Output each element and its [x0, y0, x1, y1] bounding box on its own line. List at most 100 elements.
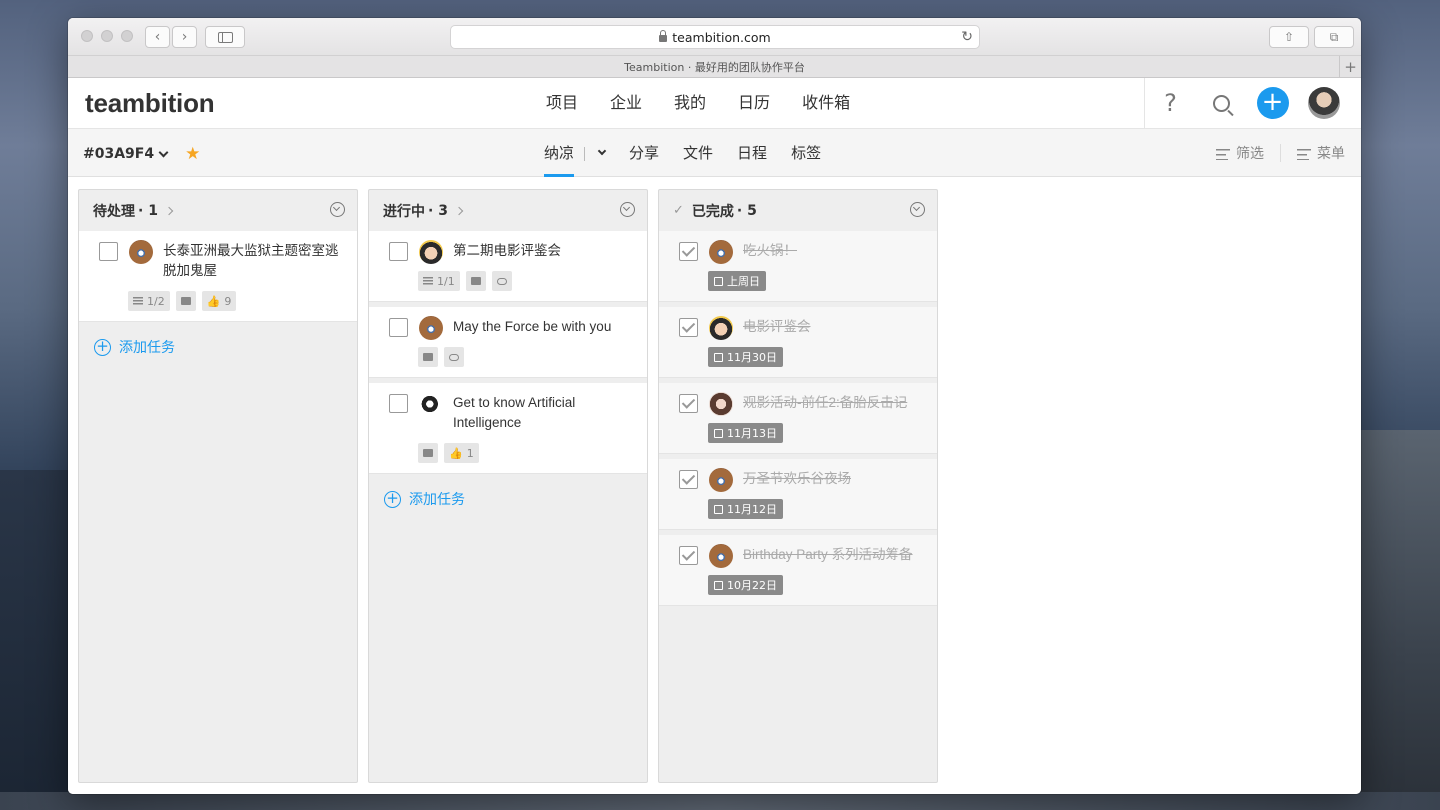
tab-bar: Teambition · 最好用的团队协作平台 +	[68, 56, 1361, 78]
desktop-rocks-left	[0, 470, 70, 810]
list-icon	[133, 297, 143, 305]
add-task-button[interactable]: + 添加任务	[79, 327, 357, 367]
due-date: 11月13日	[727, 427, 777, 440]
task-checkbox[interactable]	[99, 242, 118, 261]
show-tabs-button[interactable]: ⧉	[1314, 26, 1354, 48]
add-task-button[interactable]: + 添加任务	[369, 479, 647, 519]
add-task-label: 添加任务	[119, 340, 175, 356]
comment-badge	[465, 271, 486, 291]
column-menu-icon[interactable]	[620, 202, 635, 217]
avatar	[419, 240, 443, 264]
app-logo[interactable]: teambition	[85, 88, 215, 119]
comment-icon	[423, 449, 433, 457]
task-title: 长泰亚洲最大监狱主题密室逃脱加鬼屋	[163, 243, 339, 278]
task-checkbox[interactable]	[679, 242, 698, 261]
project-switcher[interactable]: #03A9F4 ★	[83, 144, 200, 164]
zoom-window-button[interactable]	[121, 30, 133, 42]
star-icon[interactable]: ★	[185, 144, 200, 164]
project-actions: 筛选 菜单	[1216, 129, 1345, 177]
thumbs-up-icon: 👍	[449, 446, 463, 460]
tab-title[interactable]: Teambition · 最好用的团队协作平台	[624, 59, 805, 75]
nav-inbox[interactable]: 收件箱	[786, 78, 866, 128]
task-title: May the Force be with you	[453, 319, 612, 334]
address-bar[interactable]: teambition.com ↻	[450, 25, 980, 49]
task-card[interactable]: 第二期电影评鉴会 1/1	[369, 231, 647, 302]
top-nav: 项目 企业 我的 日历 收件箱	[530, 78, 866, 128]
calendar-icon	[714, 504, 723, 514]
column-title[interactable]: 已完成	[692, 201, 734, 221]
task-card[interactable]: 观影活动-前任2:备胎反击记 11月13日	[659, 383, 937, 454]
task-card[interactable]: 万圣节欢乐谷夜场 11月12日	[659, 459, 937, 530]
task-checkbox[interactable]	[389, 318, 408, 337]
task-card[interactable]: 长泰亚洲最大监狱主题密室逃脱加鬼屋 1/2 👍 9	[79, 231, 357, 322]
window-controls	[81, 30, 133, 42]
tab-share[interactable]: 分享	[617, 129, 671, 177]
column-header: ✓ 已完成 · 5	[659, 190, 937, 231]
chevron-right-icon: ›	[181, 29, 188, 45]
task-card[interactable]: May the Force be with you	[369, 307, 647, 378]
subtask-badge: 1/2	[128, 291, 170, 311]
tab-tags[interactable]: 标签	[779, 129, 833, 177]
history-buttons: ‹ ›	[145, 26, 197, 48]
forward-button[interactable]: ›	[172, 26, 197, 48]
task-card[interactable]: Get to know Artificial Intelligence 👍 1	[369, 383, 647, 474]
task-checkbox[interactable]	[389, 242, 408, 261]
search-button[interactable]	[1196, 78, 1247, 128]
task-card[interactable]: 电影评鉴会 11月30日	[659, 307, 937, 378]
column-title[interactable]: 待处理	[93, 201, 135, 221]
paperclip-icon	[449, 353, 459, 361]
attachment-badge	[491, 271, 512, 291]
avatar	[709, 544, 733, 568]
nav-calendar[interactable]: 日历	[722, 78, 786, 128]
chevron-right-icon[interactable]	[164, 206, 174, 215]
sidebar-toggle-button[interactable]	[205, 26, 245, 48]
close-window-button[interactable]	[81, 30, 93, 42]
project-name: #03A9F4	[83, 146, 155, 162]
search-icon	[1213, 94, 1230, 112]
menu-button[interactable]: 菜单	[1297, 143, 1345, 163]
menu-label: 菜单	[1317, 146, 1345, 162]
help-button[interactable]: ?	[1145, 78, 1196, 128]
list-icon	[423, 277, 433, 285]
share-button[interactable]: ⇧	[1269, 26, 1309, 48]
thumbs-up-icon: 👍	[206, 294, 221, 308]
avatar	[709, 392, 733, 416]
nav-mine[interactable]: 我的	[658, 78, 722, 128]
due-date-badge: 11月12日	[708, 499, 783, 519]
task-card[interactable]: 吃火锅！ 上周日	[659, 231, 937, 302]
sidebar-icon	[217, 31, 233, 43]
chevron-right-icon[interactable]	[454, 206, 464, 215]
nav-projects[interactable]: 项目	[530, 78, 594, 128]
add-button[interactable]: +	[1256, 87, 1289, 119]
filter-button[interactable]: 筛选	[1216, 143, 1264, 163]
column-header: 进行中 · 3	[369, 190, 647, 231]
column-menu-icon[interactable]	[910, 202, 925, 217]
minimize-window-button[interactable]	[101, 30, 113, 42]
task-checkbox[interactable]	[679, 470, 698, 489]
task-badges: 1/1	[418, 271, 635, 291]
new-tab-button[interactable]: +	[1339, 56, 1361, 77]
column-count: · 1	[138, 202, 158, 219]
column-in-progress: 进行中 · 3 第二期电影评鉴会 1/1 May the Force be wi…	[368, 189, 648, 783]
task-checkbox[interactable]	[679, 318, 698, 337]
header-actions: ? +	[1144, 78, 1349, 128]
tab-schedule[interactable]: 日程	[725, 129, 779, 177]
column-title[interactable]: 进行中	[383, 201, 425, 221]
column-menu-icon[interactable]	[330, 202, 345, 217]
column-count: · 5	[736, 202, 757, 219]
nav-enterprise[interactable]: 企业	[594, 78, 658, 128]
reload-icon[interactable]: ↻	[961, 29, 973, 45]
comment-icon	[180, 297, 191, 305]
task-checkbox[interactable]	[389, 394, 408, 413]
user-menu[interactable]	[1298, 78, 1349, 128]
task-checkbox[interactable]	[679, 546, 698, 565]
task-checkbox[interactable]	[679, 394, 698, 413]
task-card[interactable]: Birthday Party 系列活动筹备 10月22日	[659, 535, 937, 606]
comment-icon	[423, 353, 433, 361]
back-button[interactable]: ‹	[145, 26, 170, 48]
tab-files[interactable]: 文件	[671, 129, 725, 177]
tab-tasks[interactable]: 纳凉	[532, 129, 617, 177]
column-done: ✓ 已完成 · 5 吃火锅！ 上周日 电影评鉴会 11月30日 观影活动-前任2…	[658, 189, 938, 783]
chevron-down-icon[interactable]	[597, 146, 607, 156]
calendar-icon	[714, 276, 723, 286]
